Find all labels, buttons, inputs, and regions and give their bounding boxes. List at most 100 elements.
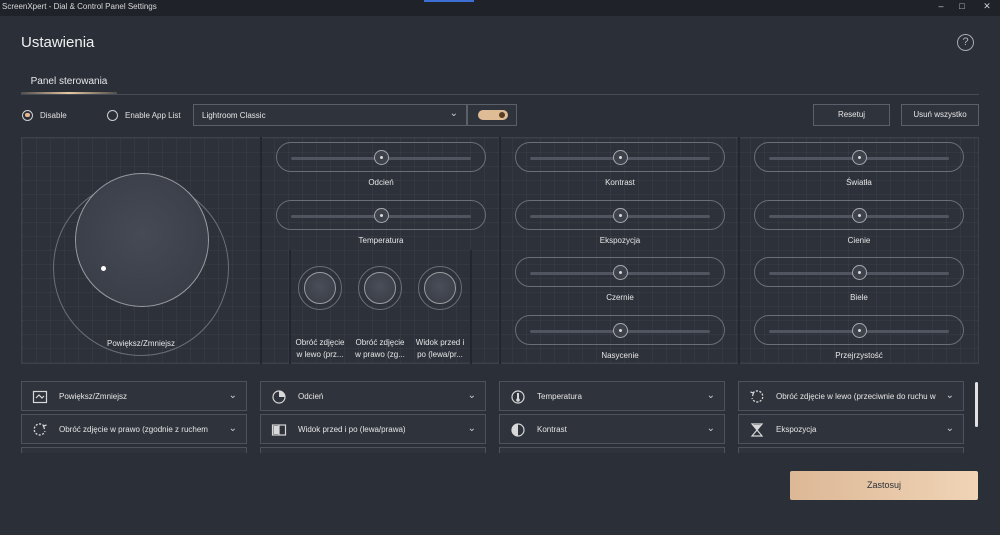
slider-knob[interactable] — [852, 323, 867, 338]
apply-button[interactable]: Zastosuj — [790, 471, 978, 500]
dial-knob — [424, 272, 456, 304]
slider-label: Światła — [846, 178, 872, 187]
label-line: Widok przed i — [415, 338, 465, 347]
slider-knob[interactable] — [613, 150, 628, 165]
rotate-right-dial[interactable] — [358, 266, 402, 310]
assignment-dropdown-exposure[interactable]: Ekspozycja ⌄ — [738, 414, 964, 444]
chevron-down-icon: ⌄ — [945, 390, 954, 401]
slider-knob[interactable] — [852, 208, 867, 223]
slider-knob[interactable] — [374, 208, 389, 223]
remove-all-button[interactable]: Usuń wszystko — [901, 104, 979, 126]
chevron-down-icon: ⌄ — [228, 423, 237, 434]
assignment-dropdown-rotate-left[interactable]: Obróć zdjęcie w lewo (przeciwnie do ruch… — [738, 381, 964, 411]
chevron-down-icon: ⌄ — [467, 423, 476, 434]
slider-whites[interactable] — [754, 257, 964, 287]
slider-clarity[interactable] — [754, 315, 964, 345]
dial-knob — [364, 272, 396, 304]
assignment-dropdown-partial[interactable] — [21, 447, 247, 453]
chevron-down-icon: ⌄ — [706, 423, 715, 434]
label-line: w prawo (zg... — [355, 350, 405, 359]
assignment-dropdown-partial[interactable] — [260, 447, 486, 453]
assignment-dropdown-rotate-right[interactable]: Obróć zdjęcie w prawo (zgodnie z ruchem … — [21, 414, 247, 444]
assignment-dropdown-partial[interactable] — [738, 447, 964, 453]
disable-radio[interactable]: Disable — [22, 108, 67, 122]
exposure-icon — [749, 422, 765, 438]
assignments-scrollbar[interactable] — [975, 382, 978, 427]
slider-blacks[interactable] — [515, 257, 725, 287]
assignment-dropdown-before-after[interactable]: Widok przed i po (lewa/prawa) ⌄ — [260, 414, 486, 444]
app-select[interactable]: Lightroom Classic ⌄ — [193, 104, 467, 126]
label-line: Obróć zdjęcie — [355, 338, 405, 347]
panel-divider — [738, 137, 740, 364]
assignment-dropdown-zoom[interactable]: Powiększ/Zmniejsz ⌄ — [21, 381, 247, 411]
slider-knob[interactable] — [613, 208, 628, 223]
label-line: Obróć zdjęcie — [295, 338, 345, 347]
page-title: Ustawienia — [21, 34, 95, 51]
enable-app-list-label: Enable App List — [125, 110, 181, 120]
slider-temperature[interactable] — [276, 200, 486, 230]
panel-divider — [260, 137, 262, 364]
panel-divider — [499, 137, 501, 364]
dial-knob — [304, 272, 336, 304]
slider-label: Kontrast — [605, 178, 635, 187]
slider-highlights[interactable] — [754, 142, 964, 172]
window-title: ScreenXpert - Dial & Control Panel Setti… — [2, 2, 157, 11]
chevron-down-icon: ⌄ — [449, 108, 458, 119]
rotate-right-dial-label: Obróć zdjęcie w prawo (zg... — [351, 337, 409, 361]
maximize-button[interactable]: □ — [951, 1, 973, 11]
minimize-button[interactable]: – — [930, 1, 952, 11]
slider-label: Nasycenie — [601, 351, 639, 360]
slider-label: Temperatura — [358, 236, 404, 245]
slider-label: Odcień — [368, 178, 394, 187]
assignment-label: Powiększ/Zmniejsz — [59, 392, 128, 401]
assignment-dropdown-hue[interactable]: Odcień ⌄ — [260, 381, 486, 411]
chevron-down-icon: ⌄ — [945, 423, 954, 434]
app-toggle[interactable] — [478, 110, 508, 120]
assignment-label: Odcień — [298, 392, 324, 401]
title-bar: ScreenXpert - Dial & Control Panel Setti… — [0, 0, 1000, 16]
slider-saturation[interactable] — [515, 315, 725, 345]
slider-knob[interactable] — [852, 265, 867, 280]
contrast-icon — [510, 422, 526, 438]
assignment-dropdown-partial[interactable] — [499, 447, 725, 453]
zoom-dial[interactable] — [75, 173, 209, 307]
chevron-down-icon: ⌄ — [706, 390, 715, 401]
slider-knob[interactable] — [613, 265, 628, 280]
assignment-dropdown-contrast[interactable]: Kontrast ⌄ — [499, 414, 725, 444]
assignment-label: Widok przed i po (lewa/prawa) — [298, 425, 406, 434]
assignment-label: Temperatura — [537, 392, 582, 401]
slider-knob[interactable] — [374, 150, 389, 165]
assignment-label: Obróć zdjęcie w prawo (zgodnie z ruchem … — [59, 425, 209, 434]
slider-contrast[interactable] — [515, 142, 725, 172]
slider-hue[interactable] — [276, 142, 486, 172]
before-after-icon — [271, 422, 287, 438]
slider-knob[interactable] — [613, 323, 628, 338]
before-after-dial[interactable] — [418, 266, 462, 310]
assignment-label: Ekspozycja — [776, 425, 817, 434]
slider-knob[interactable] — [852, 150, 867, 165]
temperature-icon — [510, 389, 526, 405]
slider-label: Przejrzystość — [835, 351, 883, 360]
slider-shadows[interactable] — [754, 200, 964, 230]
rotate-left-dial-label: Obróć zdjęcie w lewo (prz... — [291, 337, 349, 361]
rotate-left-dial[interactable] — [298, 266, 342, 310]
dial-label: Powiększ/Zmniejsz — [106, 339, 175, 348]
help-icon[interactable]: ? — [957, 34, 974, 51]
assignment-label: Obróć zdjęcie w lewo (przeciwnie do ruch… — [776, 392, 936, 401]
slider-exposure[interactable] — [515, 200, 725, 230]
reset-button[interactable]: Resetuj — [813, 104, 890, 126]
label-line: po (lewa/pr... — [417, 350, 463, 359]
enable-app-list-radio[interactable]: Enable App List — [107, 108, 181, 122]
title-bar-accent — [424, 0, 474, 2]
radio-selected-icon — [22, 109, 33, 121]
hue-icon — [271, 389, 287, 405]
dial-indicator-dot — [101, 266, 106, 271]
assignment-dropdown-temperature[interactable]: Temperatura ⌄ — [499, 381, 725, 411]
app-select-value: Lightroom Classic — [202, 111, 266, 120]
tab-control-panel[interactable]: Panel sterowania — [21, 76, 117, 87]
rotate-right-icon — [32, 422, 48, 438]
zoom-icon — [32, 389, 48, 405]
label-line: w lewo (prz... — [296, 350, 344, 359]
tabs-divider — [21, 94, 979, 95]
close-button[interactable]: ✕ — [976, 1, 998, 12]
